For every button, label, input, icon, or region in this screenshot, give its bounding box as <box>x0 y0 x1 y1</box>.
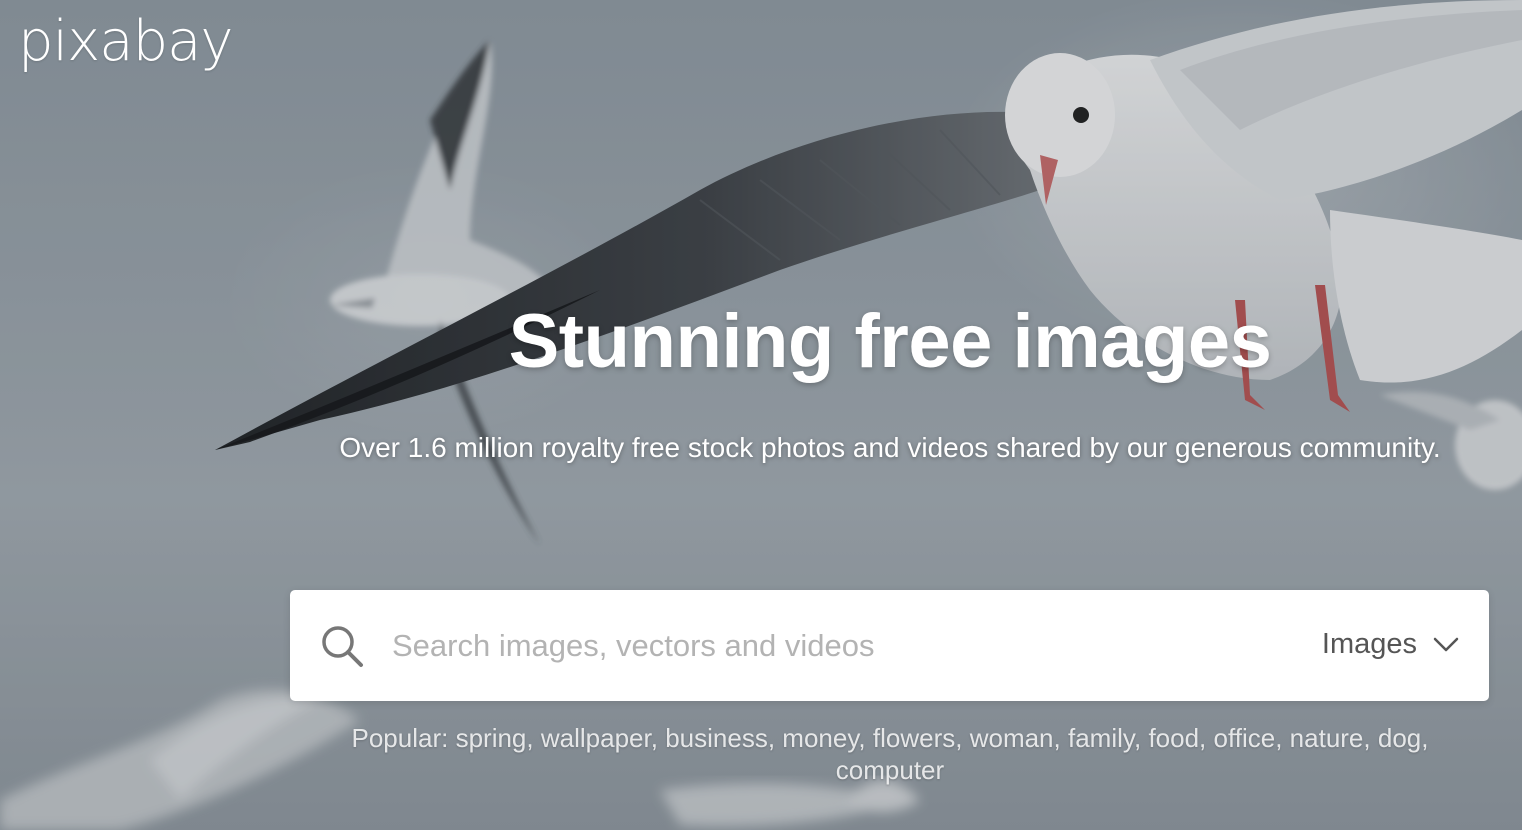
popular-tag-link[interactable]: nature <box>1290 723 1364 753</box>
hero-overlay <box>0 0 1522 830</box>
popular-tag-link[interactable]: spring <box>456 723 527 753</box>
media-type-label: Images <box>1321 628 1417 660</box>
media-type-select[interactable]: Images <box>1322 628 1459 661</box>
hero-subtitle: Over 1.6 million royalty free stock phot… <box>339 432 1441 463</box>
popular-tag-link[interactable]: family <box>1068 723 1134 753</box>
search-bar: Images <box>290 590 1489 701</box>
popular-tag-link[interactable]: wallpaper <box>541 723 651 753</box>
popular-tag-link[interactable]: woman <box>970 723 1054 753</box>
popular-tags-list: spring, wallpaper, business, money, flow… <box>455 723 1429 785</box>
popular-tag-link[interactable]: computer <box>836 755 944 785</box>
hero-title: Stunning free images <box>508 299 1272 384</box>
popular-tag-link[interactable]: dog <box>1378 723 1421 753</box>
popular-tag-link[interactable]: flowers <box>873 723 955 753</box>
popular-tag-link[interactable]: business <box>665 723 768 753</box>
popular-searches: Popular: spring, wallpaper, business, mo… <box>330 722 1450 786</box>
popular-tag-link[interactable]: money <box>782 723 858 753</box>
hero-banner: pixabay Stunning free images Over 1.6 mi… <box>0 0 1522 830</box>
chevron-down-icon <box>1433 637 1459 651</box>
pixabay-logo[interactable]: pixabay <box>18 14 234 70</box>
search-input[interactable] <box>390 620 1274 672</box>
search-icon[interactable] <box>320 624 364 668</box>
popular-tag-link[interactable]: food <box>1148 723 1199 753</box>
popular-label: Popular: <box>351 723 449 753</box>
popular-tag-link[interactable]: office <box>1214 723 1276 753</box>
